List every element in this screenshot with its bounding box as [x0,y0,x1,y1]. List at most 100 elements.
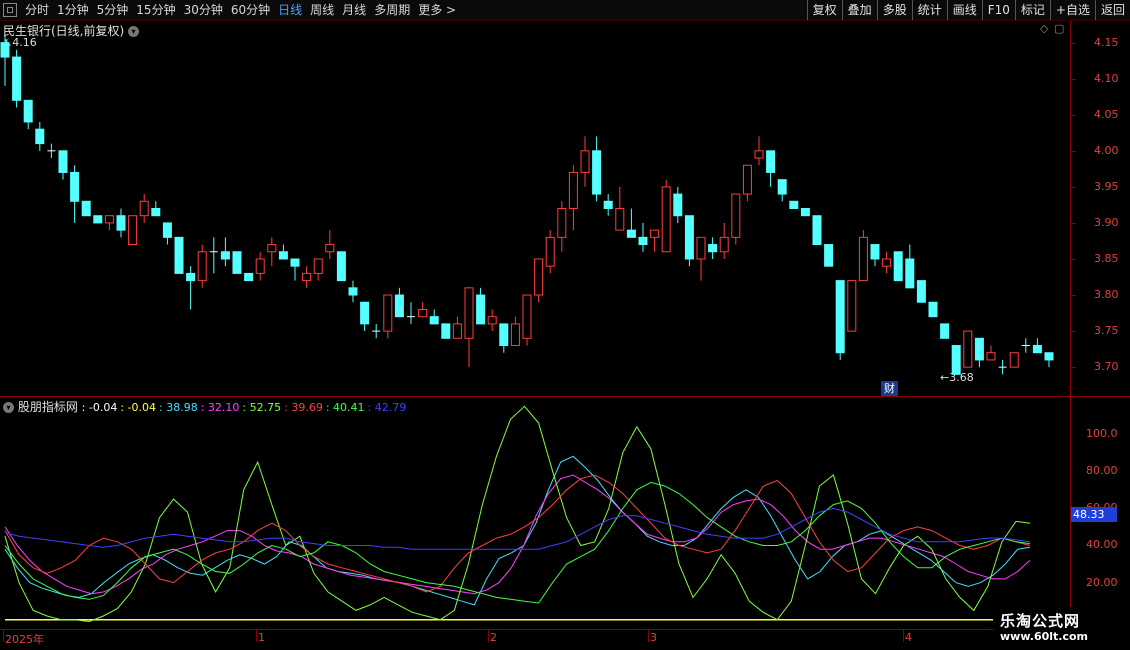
toolbar-button[interactable]: 标记 [1014,0,1050,20]
indicator-chart [4,405,1031,623]
toolbar-button[interactable]: 叠加 [841,0,877,20]
side-panel-edge[interactable] [1120,21,1130,396]
candle [476,287,486,325]
candle-body [905,258,915,289]
candle [928,301,938,318]
candle [487,309,497,332]
candle [209,237,218,274]
candle-body [824,244,834,267]
candle [464,287,474,368]
candle [974,337,984,368]
candle-body [267,244,277,253]
candle-body [197,251,207,282]
candle-body [162,222,172,238]
price-tick-label: 4.00 [1094,143,1119,157]
candle-body [70,171,80,202]
candle [603,194,613,216]
candle [916,280,926,303]
candle [302,266,312,288]
candle-body [394,294,404,318]
candle [348,280,358,303]
period-tab[interactable]: 日线 [274,0,306,20]
period-tab[interactable]: 周线 [306,0,338,20]
price-tick-label: 3.85 [1094,251,1119,265]
candle-body [882,258,892,267]
toolbar-button[interactable]: 统计 [911,0,947,20]
candle [104,215,114,231]
period-tab[interactable]: 1分钟 [53,0,93,20]
candle [684,215,694,267]
window-menu-icon[interactable] [3,3,17,17]
period-tab[interactable]: 多周期 [370,0,414,20]
candle-body [789,200,799,210]
candle [452,316,462,339]
indicator-series [4,405,1031,623]
candle [557,201,567,252]
candle-body [290,258,300,267]
candle-body [766,150,776,173]
candle [1021,338,1030,353]
candle-body [731,193,741,238]
candle [963,330,973,368]
period-tab[interactable]: 15分钟 [132,0,179,20]
price-tick-mark [1071,186,1076,188]
period-tab[interactable]: 60分钟 [227,0,274,20]
candle-body [812,215,822,246]
candle [708,237,718,259]
candle-body [93,215,103,224]
candle [325,230,335,259]
date-axis-divider [0,629,1130,630]
candle [267,237,277,267]
toolbar-button[interactable]: 画线 [946,0,982,20]
candle-body [0,42,10,58]
price-tick-mark [1071,42,1076,44]
candle-body [23,99,33,123]
candle-body [684,215,694,260]
period-tab[interactable]: 5分钟 [93,0,133,20]
candle-body [35,128,45,145]
candle [81,200,91,217]
candle [835,280,845,360]
candle [858,230,868,282]
candle-body [348,287,358,296]
candle [696,236,706,281]
indicator-series [4,474,1031,593]
toolbar-button[interactable]: +自选 [1049,0,1095,20]
toolbar-button[interactable]: 多股 [876,0,912,20]
candle-body [742,164,752,195]
candle [789,200,799,210]
period-tab[interactable]: 月线 [338,0,370,20]
candle [754,136,764,166]
toolbar-button[interactable]: 返回 [1094,0,1130,20]
period-tab[interactable]: 30分钟 [180,0,227,20]
period-tab[interactable]: 更多 > [414,0,460,20]
candle [220,237,230,267]
candle [847,280,857,332]
candle-body [510,323,520,347]
candle [905,244,915,289]
candle-body [951,345,961,375]
candle-body [650,229,660,238]
toolbar-button[interactable]: 复权 [806,0,842,20]
candle [951,345,961,375]
candle [882,251,892,274]
price-tick-label: 3.70 [1094,360,1119,374]
candle-body [870,244,880,260]
date-tick-mark [648,630,649,642]
candle [151,201,161,217]
toolbar-button[interactable]: F10 [981,0,1015,20]
price-axis-divider [1070,21,1071,631]
candle-body [673,193,683,217]
candle-body [847,280,857,332]
candle [1044,352,1054,368]
date-tick-label: 2025年 [5,633,44,646]
candle-body [638,236,648,246]
candle [139,194,149,223]
candle-body [336,251,346,282]
candle-body [592,150,602,195]
candle-body [963,330,973,368]
candle [429,309,439,325]
candle [1032,338,1042,354]
candle [372,323,381,339]
period-tab[interactable]: 分时 [21,0,53,20]
